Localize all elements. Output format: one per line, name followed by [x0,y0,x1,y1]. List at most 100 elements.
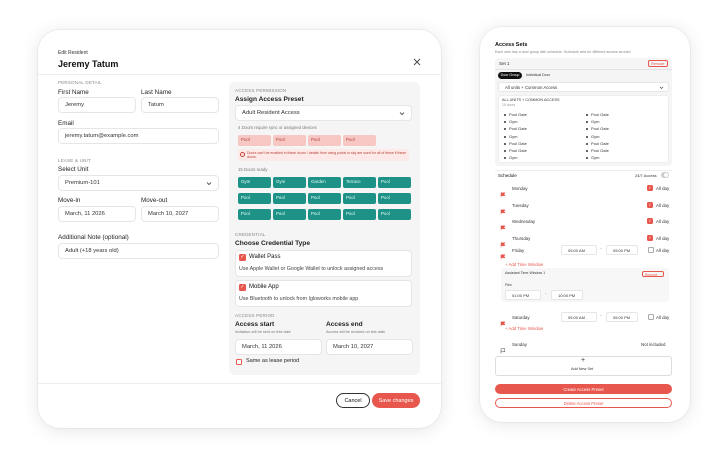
time-window-to-field[interactable]: 10:00 PM [551,290,583,300]
day-flag-icon [500,218,506,231]
all-day-checkbox[interactable]: ✓ [647,218,653,224]
last-name-field[interactable]: Tatum [141,97,219,113]
door-list-item: Pool Gate [504,141,527,146]
mobile-checkbox-icon[interactable]: ✓ [239,284,246,291]
twenty-four-seven-toggle[interactable] [661,172,669,178]
friday-to-field[interactable]: 05:00 PM [606,245,638,255]
green-door-chip: Garden [308,177,341,188]
door-name: Gym [509,155,518,161]
sunday-not-included: Not included [641,342,666,347]
friday-from-field[interactable]: 05:00 AM [561,245,597,255]
friday-label: Friday [512,248,525,253]
delete-preset-button[interactable]: Delete Access Preset [495,398,672,408]
green-door-chip: Pool [378,193,411,204]
all-day-label: All day [656,235,670,241]
door-name: Pool Gate [509,140,527,146]
chevron-down-icon [399,112,405,116]
bullet-icon [504,135,506,138]
door-list-item: Pool Gate [586,148,609,153]
tab-individual-door[interactable]: Individual Door [524,72,552,79]
modal-heading: Edit Resident [58,50,88,56]
door-list-item: Gym [504,155,517,160]
door-list-item: Pool Gate [586,112,609,117]
friday-add-window-link[interactable]: + Add Time Window [505,262,543,267]
time-window-remove-button[interactable]: Remove [642,271,664,277]
all-day-checkbox[interactable]: ✓ [647,234,653,241]
time-window-name: Assistant Time Window 1 [505,271,546,275]
bullet-icon [504,157,506,160]
unit-value: Premium-101 [65,180,100,186]
preset-value: Adult Resident Access [242,110,300,116]
preset-select[interactable]: Adult Resident Access [235,105,412,121]
day-label: Monday [512,186,528,191]
email-label: Email [58,120,74,127]
access-end-sub: Access will be revoked on this date [326,330,386,334]
door-list-item: Pool Gate [586,126,609,131]
saturday-label: Saturday [512,315,530,320]
door-list-item: Gym [504,134,517,139]
door-list-item: Pool Gate [504,148,527,153]
saturday-from-field[interactable]: 05:00 AM [561,312,597,322]
time-window-from-field[interactable]: 01:00 PM [505,290,541,300]
bullet-icon [586,157,588,160]
tab-door-group[interactable]: Door Group [498,72,522,79]
email-field[interactable]: jeremy.tatum@example.com [58,128,219,144]
mobile-title: Mobile App [249,284,279,290]
chevron-down-icon [659,86,664,89]
move-out-label: Move-out [141,197,168,204]
red-door-chip: Pool [238,135,271,146]
access-end-field[interactable]: March 10, 2027 [326,339,413,355]
create-preset-button[interactable]: Create Access Preset [495,384,672,394]
door-name: Gym [509,119,518,125]
save-changes-button[interactable]: Save changes [372,393,420,408]
saturday-range-dash: - [600,313,602,319]
friday-add-window-label: Add Time Window [508,262,544,267]
credential-label: Choose Credential Type [235,240,310,247]
same-lease-checkbox[interactable] [236,359,242,365]
time-window-remove-label: Remove [645,272,658,277]
saturday-to-field[interactable]: 05:00 PM [606,312,638,322]
unit-label: Select Unit [58,166,89,173]
note-field[interactable]: Adult (+18 years old) [58,243,219,259]
door-name: Gym [591,155,600,161]
remove-set-label: Remove [651,62,665,66]
sunday-flag-icon [500,341,506,354]
door-list-item: Pool Gate [504,112,527,117]
door-name: Gym [591,133,600,139]
day-flag-icon [500,235,506,247]
move-out-field[interactable]: March 10, 2027 [141,206,219,222]
resident-name: Jeremy Tatum [58,59,119,69]
saturday-flag-icon [500,314,506,327]
move-in-label: Move-in [58,197,81,204]
wallet-checkbox-icon[interactable]: ✓ [239,254,246,261]
red-door-chip: Pool [308,135,341,146]
tab-door-group-label: Door Group [500,73,520,77]
saturday-all-day-checkbox[interactable] [648,314,654,320]
door-list-item: Gym [586,134,599,139]
move-in-field[interactable]: March, 11 2026 [58,206,136,222]
close-icon[interactable] [412,54,422,66]
all-day-checkbox[interactable]: ✓ [647,185,653,191]
credential-section-label: CREDENTIAL [235,232,266,237]
door-name: Pool Gate [509,126,527,132]
door-group-header: ALL UNITS + COMMON ACCESS [502,98,560,102]
access-start-field[interactable]: March, 11 2026 [235,339,322,355]
first-name-label: First Name [58,89,89,96]
green-door-chip: Pool [378,177,411,188]
saturday-add-window-link[interactable]: + Add Time Window [505,326,543,331]
door-list-item: Pool Gate [586,141,609,146]
day-flag-icon [500,202,506,214]
schedule-label: Schedule [498,173,517,178]
bullet-icon [504,128,506,131]
unit-select[interactable]: Premium-101 [58,175,219,191]
cancel-button[interactable]: Cancel [336,393,370,408]
remove-set-button[interactable]: Remove [648,60,668,67]
green-door-chip: Pool [238,193,271,204]
last-name-label: Last Name [141,89,172,96]
all-day-checkbox[interactable]: ✓ [647,201,653,208]
friday-all-day-checkbox[interactable] [648,247,654,253]
bullet-icon [586,149,588,152]
door-group-select[interactable]: All units + Common Access [498,82,669,92]
add-new-set-label: Add New Set [571,367,594,371]
first-name-field[interactable]: Jeremy [58,97,136,113]
